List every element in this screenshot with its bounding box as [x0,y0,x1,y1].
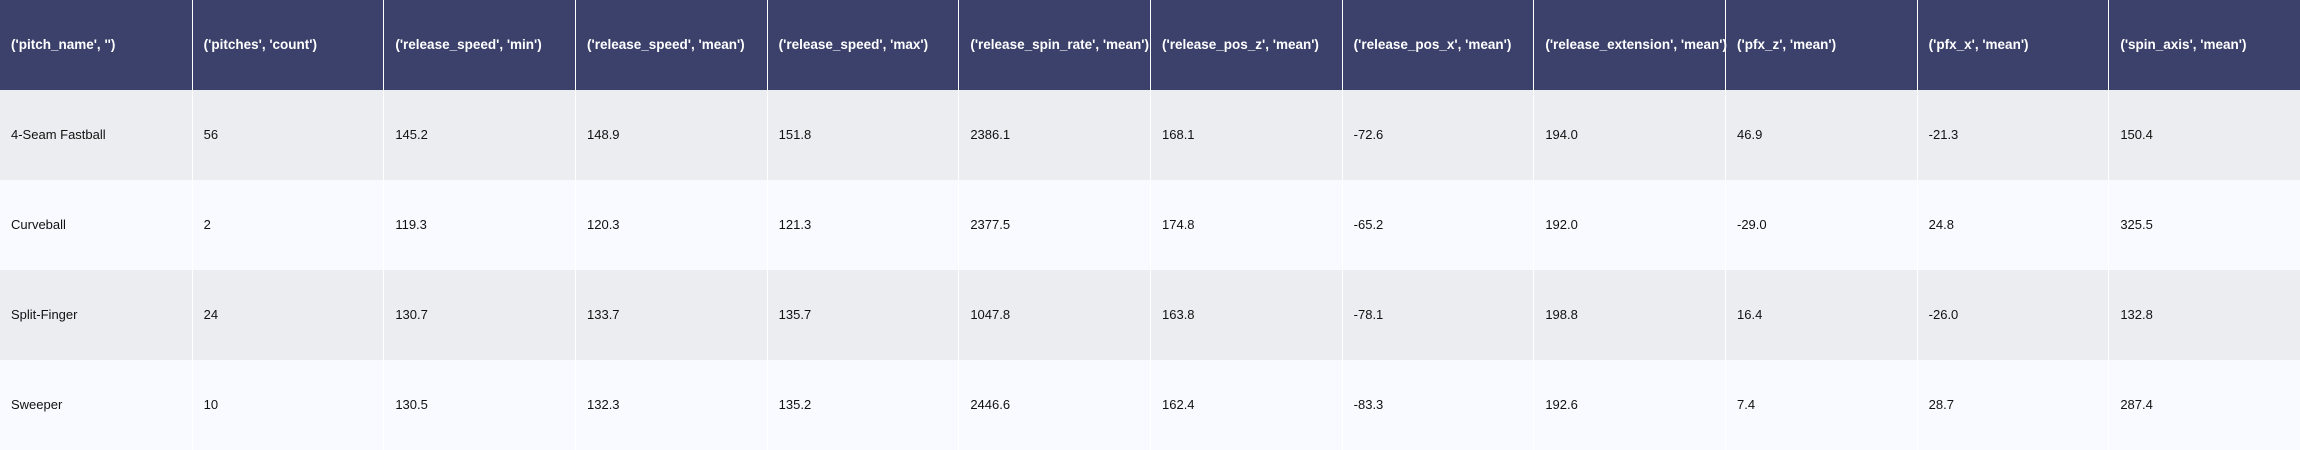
table-cell: 132.8 [2108,270,2300,360]
column-header: ('spin_axis', 'mean') [2108,0,2300,90]
table-cell: 194.0 [1533,90,1725,180]
table-cell: 287.4 [2108,360,2300,450]
table-cell: 162.4 [1150,360,1342,450]
table-cell: 132.3 [575,360,767,450]
table-cell: 2 [191,180,384,270]
table-cell: 24.8 [1916,180,2109,270]
table-cell: 2386.1 [958,90,1150,180]
table-cell: Split-Finger [11,307,78,322]
column-header: ('release_pos_x', 'mean') [1341,0,1534,90]
table-cell: 4-Seam Fastball [11,127,106,142]
table-cell: -29.0 [1725,180,1917,270]
column-header: ('release_spin_rate', 'mean') [958,0,1150,90]
table-cell: 192.6 [1533,360,1725,450]
table-cell: Curveball [11,217,66,232]
table-cell: -78.1 [1341,270,1534,360]
table-cell: -65.2 [1341,180,1534,270]
table-cell: 174.8 [1150,180,1342,270]
table-cell: 151.8 [766,90,959,180]
table-cell: 16.4 [1725,270,1917,360]
table-row: Curveball 2 119.3 120.3 121.3 2377.5 174.8 -65.… [0,180,2300,270]
table-cell: Sweeper [11,397,63,412]
column-header: ('release_speed', 'max') [766,0,959,90]
table-cell: 2377.5 [958,180,1150,270]
column-header: ('release_speed', 'mean') [575,0,767,90]
table-cell: 130.5 [383,360,575,450]
table-cell: 168.1 [1150,90,1342,180]
pitch-summary-table: ('pitch_name', '') ('pitches', 'count') ('… [0,0,2300,450]
table-cell: -83.3 [1341,360,1534,450]
table-cell: 163.8 [1150,270,1342,360]
table-cell: 7.4 [1725,360,1917,450]
table-cell: 135.7 [766,270,959,360]
table-cell: 28.7 [1916,360,2109,450]
table-cell: 1047.8 [958,270,1150,360]
table-cell: 150.4 [2108,90,2300,180]
table-cell: 148.9 [575,90,767,180]
table-cell: 135.2 [766,360,959,450]
table-row: Split-Finger 24 130.7 133.7 135.7 1047.8 163.8… [0,270,2300,360]
table-cell: 145.2 [383,90,575,180]
table-cell: 198.8 [1533,270,1725,360]
column-header: ('pfx_x', 'mean') [1916,0,2109,90]
table-row: Sweeper 10 130.5 132.3 135.2 2446.6 162.4 -83.3… [0,360,2300,450]
table-cell: 119.3 [383,180,575,270]
table-header-row: ('pitch_name', '') ('pitches', 'count') ('… [0,0,2300,90]
column-header: ('pitch_name', '') [11,37,116,52]
table-cell: -72.6 [1341,90,1534,180]
table-cell: -21.3 [1916,90,2109,180]
table-cell: 130.7 [383,270,575,360]
table-cell: 325.5 [2108,180,2300,270]
table-cell: 121.3 [766,180,959,270]
column-header: ('pitches', 'count') [191,0,384,90]
table-cell: 56 [191,90,384,180]
column-header: ('release_pos_z', 'mean') [1150,0,1342,90]
table-cell: 2446.6 [958,360,1150,450]
column-header: ('release_extension', 'mean') [1533,0,1727,90]
table-cell: 24 [191,270,384,360]
table-cell: 133.7 [575,270,767,360]
table-cell: 10 [191,360,384,450]
column-header: ('pfx_z', 'mean') [1725,0,1917,90]
table-cell: 192.0 [1533,180,1725,270]
column-header: ('release_speed', 'min') [383,0,575,90]
table-cell: 120.3 [575,180,767,270]
table-cell: -26.0 [1916,270,2109,360]
table-row: 4-Seam Fastball 56 145.2 148.9 151.8 2386.1 16… [0,90,2300,180]
table-cell: 46.9 [1725,90,1917,180]
